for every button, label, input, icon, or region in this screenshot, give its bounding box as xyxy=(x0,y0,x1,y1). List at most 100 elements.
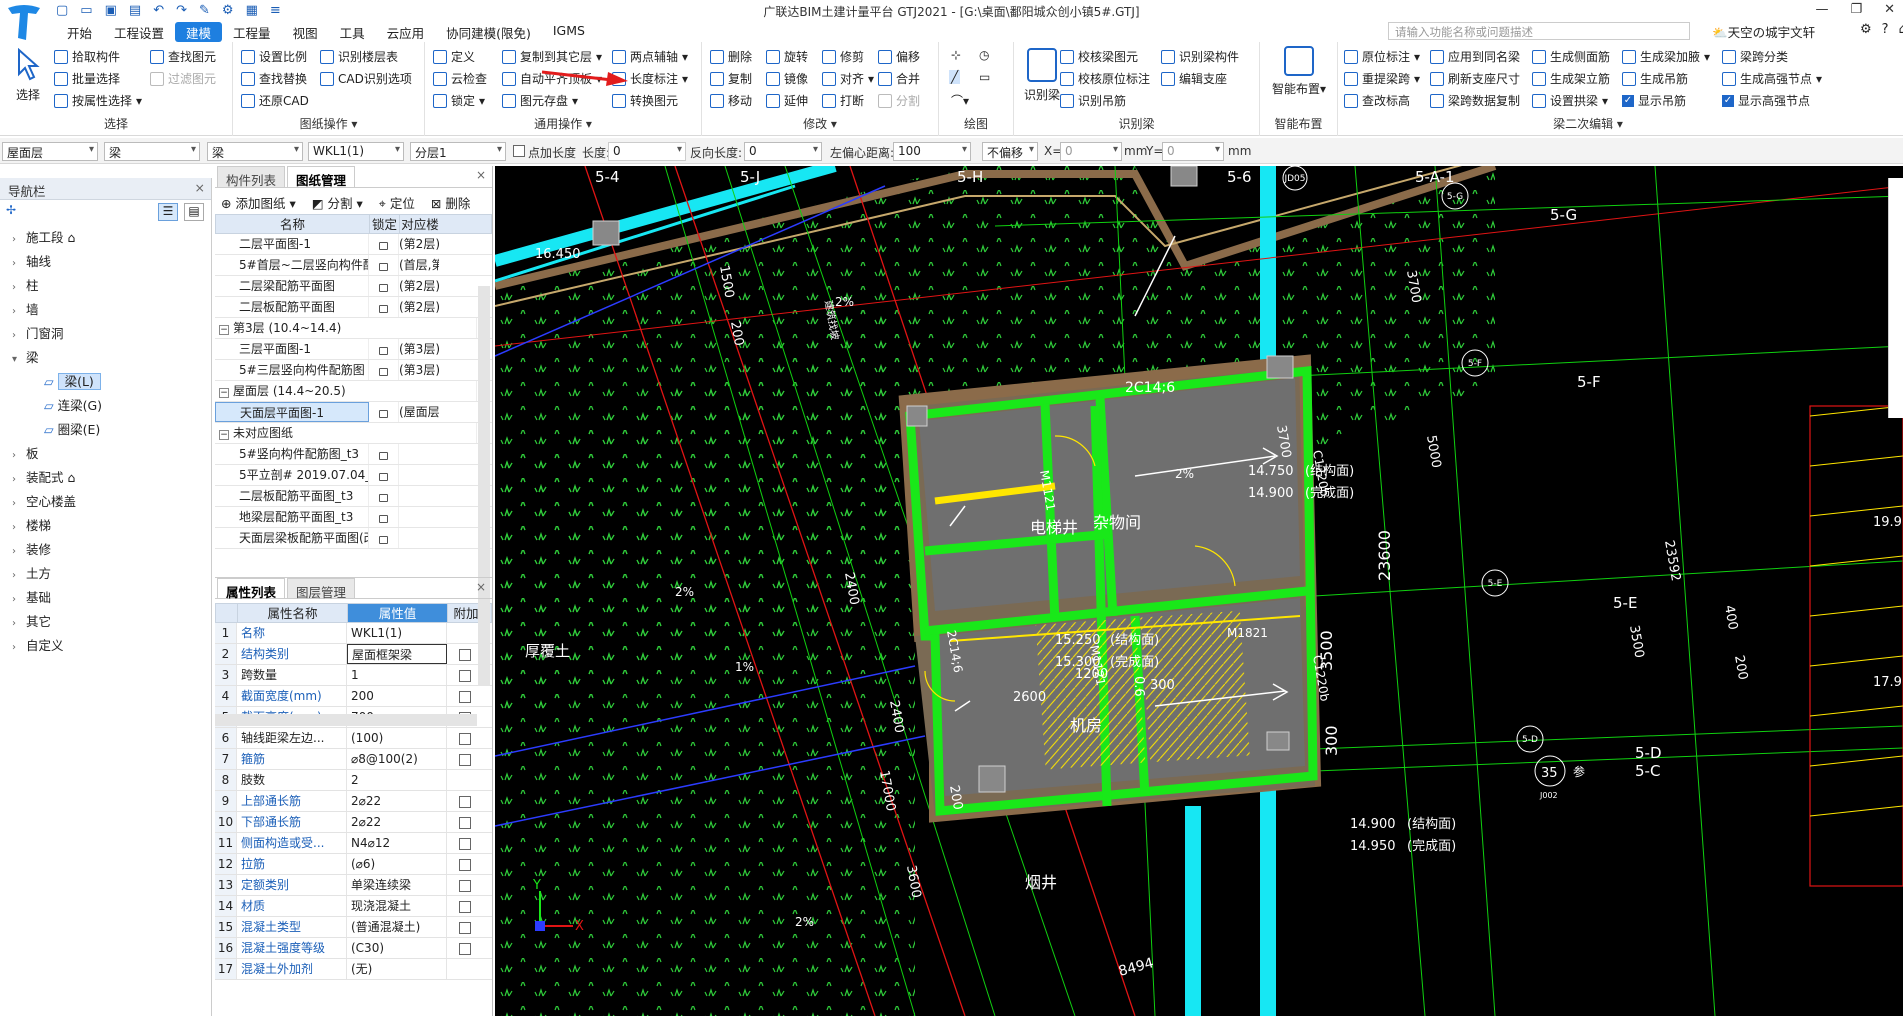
nav-item-4[interactable]: › 门窗洞 xyxy=(4,322,211,346)
collapse-icon[interactable]: › xyxy=(12,492,26,516)
lock-icon[interactable] xyxy=(369,507,399,527)
select-button[interactable]: 选择 xyxy=(8,47,48,103)
nav-item-10[interactable]: › 装配式 ⌂ xyxy=(4,466,211,490)
drawing-row[interactable]: 二层平面图-1 (第2层) xyxy=(215,234,492,255)
save-element-button[interactable]: 图元存盘 ▾ xyxy=(502,92,578,109)
drawing-group-row[interactable]: − 屋面层 (14.4~20.5) xyxy=(215,381,492,402)
drawing-row[interactable]: 5平立剖# 2019.07.04_t3 xyxy=(215,465,492,486)
collapse-icon[interactable]: › xyxy=(12,228,26,252)
nav-item-13[interactable]: › 装修 xyxy=(4,538,211,562)
nav-item-16[interactable]: › 其它 xyxy=(4,610,211,634)
offset-button[interactable]: 偏移 xyxy=(878,48,920,65)
define-button[interactable]: 定义 xyxy=(433,48,475,65)
find-replace-button[interactable]: 查找替换 xyxy=(241,70,307,87)
property-row[interactable]: 8 肢数 2 xyxy=(215,770,492,791)
collapse-icon[interactable]: › xyxy=(12,588,26,612)
property-value[interactable]: N4⌀12 xyxy=(347,833,447,853)
extra-checkbox[interactable] xyxy=(459,690,471,703)
nav-item-2[interactable]: › 柱 xyxy=(4,274,211,298)
lock-icon[interactable] xyxy=(369,444,399,464)
pin-icon[interactable]: ✢ xyxy=(6,203,16,217)
restore-icon[interactable]: ❐ xyxy=(1850,2,1862,17)
extend-button[interactable]: 延伸 xyxy=(766,92,808,109)
drawing-row[interactable]: 5#竖向构件配筋图_t3 xyxy=(215,444,492,465)
set-scale-button[interactable]: 设置比例 xyxy=(241,48,307,65)
component-type-select[interactable]: 梁 xyxy=(207,142,303,161)
menu-6[interactable]: 云应用 xyxy=(376,22,436,42)
rect-draw-icon[interactable]: ▭ xyxy=(979,70,990,84)
delete-drawing-button[interactable]: ⊠ 删除 xyxy=(431,193,470,211)
nav-item-5[interactable]: ▾ 梁 xyxy=(4,346,211,370)
nav-item-11[interactable]: › 空心楼盖 xyxy=(4,490,211,514)
tab-drawing-manager[interactable]: 图纸管理 xyxy=(287,166,356,188)
collapse-icon[interactable]: › xyxy=(12,444,26,468)
smart-layout-button[interactable]: 智能布置▾ xyxy=(1264,46,1334,97)
home-icon[interactable]: ⌂ xyxy=(1899,22,1903,37)
drawing-scrollbar[interactable] xyxy=(478,286,490,686)
expand-icon[interactable]: ▾ xyxy=(12,348,26,372)
drawing-row[interactable]: 5#首层~二层竖向构件配... (首层,第 xyxy=(215,255,492,276)
edit-support-button[interactable]: 编辑支座 xyxy=(1161,70,1227,87)
feature-search-input[interactable]: 请输入功能名称或问题描述 xyxy=(1388,22,1690,40)
layer-select[interactable]: 分层1 xyxy=(410,142,506,161)
menu-8[interactable]: IGMS xyxy=(542,22,596,42)
help-icon[interactable]: ? xyxy=(1882,22,1889,37)
extra-checkbox[interactable] xyxy=(459,732,471,745)
locate-button[interactable]: ⌖ 定位 xyxy=(379,193,415,211)
property-row[interactable]: 7 箍筋 ⌀8@100(2) xyxy=(215,749,492,770)
close-icon[interactable]: ✕ xyxy=(1884,2,1895,17)
property-row[interactable]: 2 结构类别 屋面框架梁 xyxy=(215,644,492,665)
property-row[interactable]: 14 材质 现浇混凝土 xyxy=(215,896,492,917)
property-row[interactable]: 13 定额类别 单梁连续梁 xyxy=(215,875,492,896)
nav-item-6[interactable]: ▱ 梁(L) xyxy=(4,370,211,394)
convert-element-button[interactable]: 转换图元 xyxy=(612,92,678,109)
collapse-icon[interactable]: − xyxy=(219,325,229,335)
property-value[interactable]: 屋面框架梁 xyxy=(347,644,447,664)
close-icon[interactable]: × xyxy=(195,180,205,195)
component-select[interactable]: WKL1(1) xyxy=(308,142,404,161)
property-row[interactable]: 3 跨数量 1 xyxy=(215,665,492,686)
check-beam-button[interactable]: 校核梁图元 xyxy=(1060,48,1138,65)
restore-cad-button[interactable]: 还原CAD xyxy=(241,92,309,109)
gen-haunch-button[interactable]: 生成梁加腋 ▾ xyxy=(1622,48,1710,65)
lock-icon[interactable] xyxy=(369,339,399,359)
show-high-strength-checkbox[interactable]: ✓ 显示高强节点 xyxy=(1722,92,1810,109)
menu-2[interactable]: 建模 xyxy=(175,22,223,42)
property-row[interactable]: 17 混凝土外加剂 (无) xyxy=(215,959,492,980)
menu-0[interactable]: 开始 xyxy=(56,22,103,42)
recognize-beam-button[interactable]: 识别梁 xyxy=(1020,48,1064,103)
x-input[interactable]: 0 xyxy=(1060,142,1122,161)
recognize-hanger-button[interactable]: 识别吊筋 xyxy=(1060,92,1126,109)
re-extract-span-button[interactable]: 重提梁跨 ▾ xyxy=(1344,70,1420,87)
align-button[interactable]: 对齐 ▾ xyxy=(822,70,874,87)
batch-select-button[interactable]: 批量选择 xyxy=(54,70,120,87)
cad-canvas[interactable]: 5-G 5-F 5-E 5-D JD05 5-4 5-J 5-H 5-6 5-A… xyxy=(495,166,1903,1016)
extra-checkbox[interactable] xyxy=(459,921,471,934)
floor-select[interactable]: 屋面层 xyxy=(2,142,98,161)
property-value[interactable]: (普通混凝土) xyxy=(347,917,447,937)
lock-icon[interactable] xyxy=(369,276,399,296)
move-button[interactable]: 移动 xyxy=(710,92,752,109)
lock-icon[interactable] xyxy=(369,360,399,380)
two-point-axis-button[interactable]: 两点辅轴 ▾ xyxy=(612,48,688,65)
property-row[interactable]: 6 轴线距梁左边... (100) xyxy=(215,728,492,749)
collapse-icon[interactable]: › xyxy=(12,612,26,636)
extra-checkbox[interactable] xyxy=(459,942,471,955)
break-button[interactable]: 打断 xyxy=(822,92,864,109)
property-row[interactable]: 15 混凝土类型 (普通混凝土) xyxy=(215,917,492,938)
view-toolbar[interactable] xyxy=(1888,178,1903,418)
drawing-row[interactable]: 二层梁配筋平面图 (第2层) xyxy=(215,276,492,297)
point-draw-icon[interactable]: ⊹ xyxy=(951,48,961,62)
add-drawing-button[interactable]: ⊕ 添加图纸 ▾ xyxy=(221,193,296,211)
extra-checkbox[interactable] xyxy=(459,753,471,766)
pick-component-button[interactable]: 拾取构件 xyxy=(54,48,120,65)
extra-checkbox[interactable] xyxy=(459,648,471,661)
nav-item-0[interactable]: › 施工段 ⌂ xyxy=(4,226,211,250)
inplace-label-button[interactable]: 原位标注 ▾ xyxy=(1344,48,1420,65)
extra-checkbox[interactable] xyxy=(459,816,471,829)
check-inplace-label-button[interactable]: 校核原位标注 xyxy=(1060,70,1150,87)
category-select[interactable]: 梁 xyxy=(104,142,200,161)
nav-item-15[interactable]: › 基础 xyxy=(4,586,211,610)
gen-erection-bar-button[interactable]: 生成架立筋 xyxy=(1532,70,1610,87)
extra-checkbox[interactable] xyxy=(459,879,471,892)
